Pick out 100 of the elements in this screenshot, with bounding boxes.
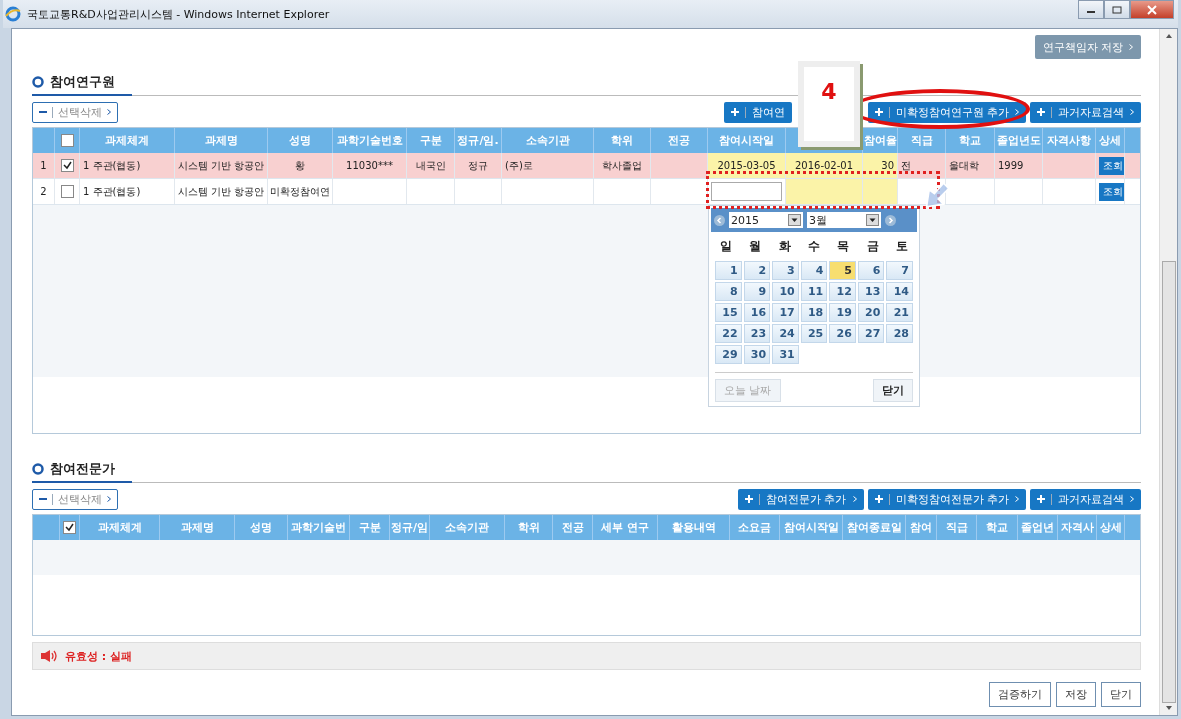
add-button[interactable]: 참여전문가 추가 <box>738 488 864 510</box>
column-header: 과학기술번 <box>291 520 346 535</box>
add-button[interactable]: 미확정참여연구원 추가 <box>867 101 1026 123</box>
plus-icon <box>874 108 883 116</box>
day-button[interactable]: 2 <box>743 261 771 280</box>
vertical-scrollbar[interactable] <box>1159 29 1177 715</box>
view-button[interactable]: 조회 <box>1099 156 1124 175</box>
table-cell: 미확정참여연 <box>270 184 330 199</box>
day-button[interactable]: 19 <box>829 303 856 322</box>
add-button[interactable]: 과거자료검색 <box>1030 488 1141 510</box>
chevron-icon <box>852 496 857 502</box>
validation-status: 유효성 : 실패 <box>65 648 133 664</box>
day-button[interactable]: 30 <box>743 345 771 364</box>
scroll-up-icon[interactable] <box>1164 33 1173 39</box>
footer-button[interactable]: 저장 <box>1056 682 1096 707</box>
day-button[interactable]: 14 <box>886 282 913 301</box>
row-number: 1 <box>40 160 47 171</box>
table-cell: 정규 <box>468 158 488 173</box>
day-button[interactable]: 23 <box>743 324 771 343</box>
table-cell: 울대학 <box>949 158 979 173</box>
table-cell: 학사졸업 <box>602 158 642 173</box>
table-cell: 황 <box>295 158 305 173</box>
day-button[interactable]: 21 <box>886 303 913 322</box>
day-button[interactable]: 4 <box>800 261 828 280</box>
day-button[interactable]: 3 <box>772 261 799 280</box>
column-header: 세부 연구 <box>601 520 649 535</box>
next-month-icon[interactable] <box>885 214 896 226</box>
day-button[interactable]: 15 <box>715 303 742 322</box>
date-input-field[interactable] <box>711 182 782 201</box>
day-button[interactable]: 29 <box>715 345 742 364</box>
day-button[interactable]: 17 <box>772 303 799 322</box>
day-button[interactable]: 5 <box>829 261 856 280</box>
window-title: 국토교통R&D사업관리시스템 - Windows Internet Explorer <box>27 6 330 22</box>
day-button[interactable]: 11 <box>800 282 828 301</box>
plus-icon <box>730 108 739 116</box>
column-header: 졸업년도 <box>996 133 1041 148</box>
add-button[interactable]: 미확정참여전문가 추가 <box>867 488 1026 510</box>
table-cell: 전 <box>901 158 911 173</box>
day-button[interactable]: 26 <box>829 324 856 343</box>
day-button[interactable]: 25 <box>800 324 828 343</box>
column-header: 참여 <box>910 520 932 535</box>
close-button[interactable] <box>1130 0 1174 19</box>
day-button[interactable]: 13 <box>857 282 885 301</box>
day-button[interactable]: 1 <box>715 261 742 280</box>
delete-selected-button[interactable]: 선택삭제 <box>32 101 118 123</box>
column-header: 졸업년 <box>1021 520 1054 535</box>
browser-logo-icon <box>5 6 21 22</box>
day-button[interactable]: 9 <box>743 282 771 301</box>
column-header: 직급 <box>910 133 933 148</box>
day-button[interactable]: 20 <box>857 303 885 322</box>
row-checkbox[interactable] <box>60 159 74 172</box>
column-header: 전공 <box>561 520 584 535</box>
weekday-label: 토 <box>896 238 909 255</box>
table-cell: 시스템 기반 항공안 <box>178 158 265 173</box>
column-header: 과제체계 <box>97 520 142 535</box>
month-dropdown[interactable]: 3월 <box>807 212 881 228</box>
table-cell: (주)로 <box>505 158 533 173</box>
year-dropdown[interactable]: 2015 <box>729 212 803 228</box>
day-button[interactable]: 7 <box>886 261 913 280</box>
weekday-label: 금 <box>866 238 879 255</box>
add-button[interactable]: 참여연 <box>723 101 792 123</box>
footer-button[interactable]: 닫기 <box>1101 682 1141 707</box>
plus-icon <box>1037 108 1045 116</box>
header-checkbox[interactable] <box>60 134 74 147</box>
day-button[interactable]: 6 <box>857 261 885 280</box>
table-row[interactable]: 2 1 주관(협동) 시스템 기반 항공안 미확정참여연 조회 <box>33 179 1140 205</box>
minimize-button[interactable] <box>1078 0 1104 19</box>
delete-selected-button[interactable]: 선택삭제 <box>32 488 118 510</box>
previous-month-icon[interactable] <box>714 214 725 226</box>
view-button[interactable]: 조회 <box>1099 182 1124 201</box>
weekday-label: 일 <box>719 238 732 255</box>
row-checkbox[interactable] <box>60 185 74 198</box>
calendar-close-button[interactable]: 닫기 <box>873 379 913 402</box>
column-header: 학위 <box>517 520 540 535</box>
chevron-icon <box>1015 496 1019 502</box>
day-button[interactable]: 22 <box>715 324 742 343</box>
day-button[interactable]: 24 <box>772 324 799 343</box>
day-button[interactable]: 10 <box>772 282 799 301</box>
day-button[interactable]: 8 <box>715 282 742 301</box>
day-button[interactable]: 16 <box>743 303 771 322</box>
column-header: 과제체계 <box>105 133 149 148</box>
day-button[interactable]: 27 <box>857 324 885 343</box>
column-header: 정규/임 <box>391 520 428 535</box>
footer-button[interactable]: 검증하기 <box>989 682 1051 707</box>
speaker-icon <box>41 650 59 662</box>
day-button[interactable]: 31 <box>772 345 799 364</box>
table-cell: 1 주관(협동) <box>83 184 141 199</box>
scroll-down-icon[interactable] <box>1164 705 1173 711</box>
weekday-label: 목 <box>837 238 850 255</box>
chevron-icon <box>1130 109 1134 115</box>
column-header: 직급 <box>945 520 968 535</box>
column-header: 참여종료일 <box>846 520 902 535</box>
day-button[interactable]: 18 <box>800 303 828 322</box>
header-checkbox[interactable] <box>63 521 76 534</box>
chevron-icon <box>1015 109 1019 115</box>
table-cell: 1 주관(협동) <box>83 158 141 173</box>
day-button[interactable]: 28 <box>886 324 913 343</box>
table-row[interactable]: 1 1 주관(협동) 시스템 기반 항공안 황 11030*** 내국인 정규 (주)로 학사졸업 2015-03-05 2016-02-01 30 전 울대학 1999 조회 <box>33 153 1140 179</box>
day-button[interactable]: 12 <box>829 282 856 301</box>
add-button[interactable]: 과거자료검색 <box>1030 101 1141 123</box>
